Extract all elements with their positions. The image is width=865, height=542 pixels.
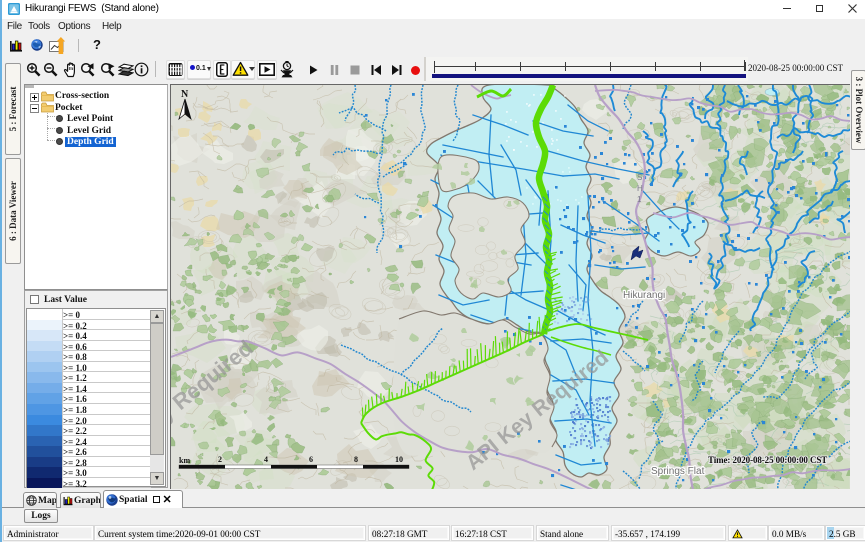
svg-text:6: 6 [309,455,313,464]
svg-text:4: 4 [264,455,268,464]
svg-text:km: km [179,456,190,465]
svg-text:N: N [181,89,189,100]
svg-text:10: 10 [395,455,403,464]
svg-text:1: 1 [637,195,642,204]
svg-text:H: H [637,184,643,193]
svg-text:Springs Flat: Springs Flat [651,466,705,477]
svg-text:Time: 2020-08-25 00:00:00 CST: Time: 2020-08-25 00:00:00 CST [708,455,827,465]
svg-text:S: S [637,173,642,182]
svg-text:Hikurangi: Hikurangi [623,290,665,301]
svg-text:8: 8 [354,455,358,464]
svg-text:2: 2 [218,455,222,464]
